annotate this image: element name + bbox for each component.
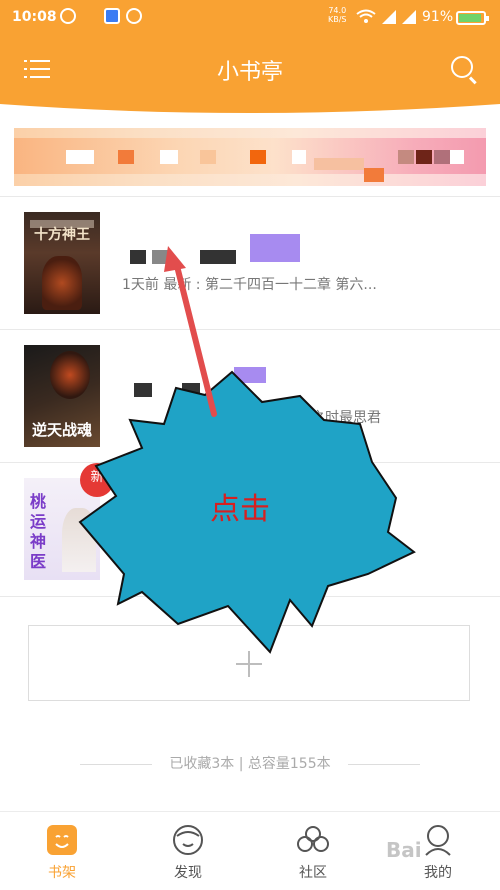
security-shield-icon	[104, 8, 120, 24]
wifi-icon	[356, 9, 376, 23]
tab-label: 发现	[174, 865, 202, 881]
book-cover-title: 逆天战魂	[31, 421, 92, 439]
signal-4g-icon	[402, 10, 416, 24]
tab-bookshelf[interactable]: 书架	[12, 812, 112, 890]
book-title-redacted	[134, 383, 152, 397]
community-icon	[297, 826, 329, 852]
book-item[interactable]: 十方神王 1天前 最新 : 第二千四百一十二章 第六...	[0, 196, 500, 328]
new-badge: 新	[80, 463, 114, 497]
book-update-info: 苍雷之时最思君	[283, 410, 381, 426]
network-speed: 74.0 KB/S	[328, 6, 347, 24]
tab-community[interactable]: 社区	[263, 812, 363, 890]
book-cover-title: 十方神王	[34, 227, 90, 243]
app-notification-icon	[126, 8, 142, 24]
book-title-redacted	[250, 234, 300, 262]
bluetooth-icon	[82, 8, 98, 24]
plus-icon	[236, 651, 262, 677]
profile-icon	[425, 825, 451, 856]
book-title-redacted	[200, 250, 236, 264]
signal-icon	[382, 10, 396, 24]
discover-icon	[173, 825, 203, 855]
book-title-redacted	[130, 250, 170, 264]
alarm-icon	[60, 8, 76, 24]
status-bar: 10:08 74.0 KB/S 91%	[0, 0, 500, 36]
tab-label: 书架	[48, 865, 76, 881]
page-title: 小书亭	[216, 60, 283, 85]
baidu-watermark: Bai	[386, 838, 422, 862]
tab-label: 社区	[299, 865, 327, 881]
promo-banner[interactable]	[14, 128, 486, 186]
app-header: 小书亭	[0, 36, 500, 102]
book-cover: 十方神王	[24, 212, 100, 314]
status-time: 10:08	[12, 9, 57, 25]
notification-icons	[60, 8, 142, 24]
divider	[0, 596, 500, 597]
book-item[interactable]: 桃运神医	[0, 462, 500, 594]
battery-icon	[456, 11, 489, 25]
tab-label: 我的	[424, 865, 452, 881]
book-update-info: 1天前 最新 : 第二千四百一十二章 第六...	[122, 277, 377, 293]
header-wave	[0, 100, 500, 113]
divider	[348, 764, 420, 765]
network-speed-value: 74.0	[328, 6, 347, 15]
bookshelf-icon	[47, 825, 77, 855]
shelf-summary: 已收藏3本 | 总容量155本	[169, 756, 331, 772]
book-cover: 逆天战魂	[24, 345, 100, 447]
book-cover-title: 桃运神医	[30, 492, 47, 571]
bottom-tab-bar: 书架 发现 社区 我的	[0, 811, 500, 890]
add-book-button[interactable]	[28, 625, 470, 701]
battery-percent: 91%	[422, 9, 454, 25]
book-title-redacted	[234, 367, 266, 383]
book-title-redacted	[182, 383, 200, 397]
book-item[interactable]: 逆天战魂 苍雷之时最思君	[0, 329, 500, 461]
tab-discover[interactable]: 发现	[138, 812, 238, 890]
click-annotation: 点击	[210, 492, 270, 527]
search-icon[interactable]	[451, 56, 473, 78]
network-speed-unit: KB/S	[328, 15, 347, 24]
